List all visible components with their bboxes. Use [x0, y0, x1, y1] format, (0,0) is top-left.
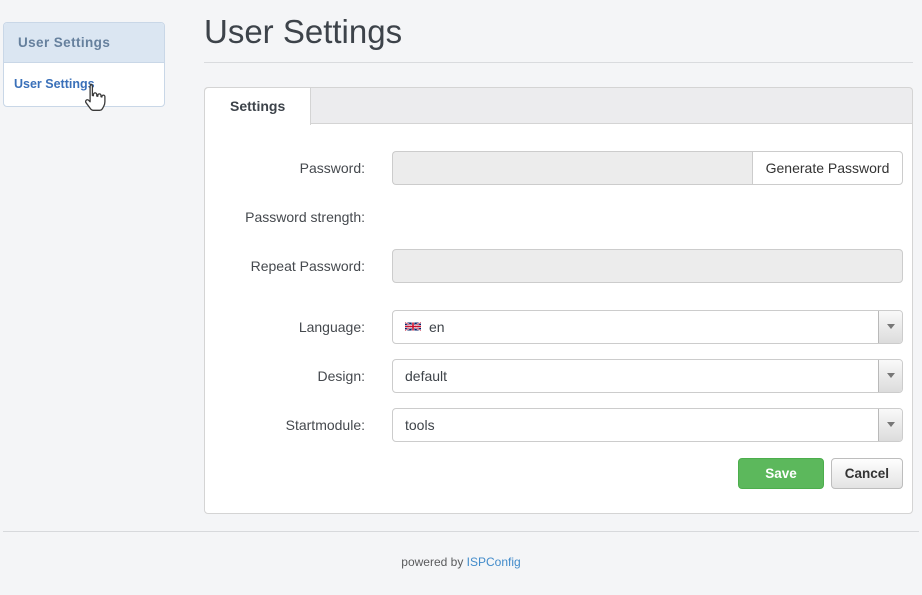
- mouse-pointer-hand-icon: [80, 82, 106, 117]
- design-label: Design:: [205, 368, 365, 384]
- cancel-button[interactable]: Cancel: [831, 458, 903, 489]
- design-selected-value: default: [405, 368, 447, 384]
- flag-en-icon: [405, 321, 421, 332]
- powered-by-text: powered by: [401, 555, 466, 569]
- chevron-down-icon: [878, 360, 902, 392]
- startmodule-selected-value: tools: [405, 417, 435, 433]
- page-footer: powered by ISPConfig: [3, 531, 919, 569]
- password-strength-label: Password strength:: [205, 209, 365, 225]
- language-label: Language:: [205, 319, 365, 335]
- password-strength-row: Password strength:: [205, 200, 903, 234]
- tab-bar: Settings: [204, 87, 913, 123]
- repeat-password-input[interactable]: [392, 249, 903, 283]
- design-row: Design: default: [205, 359, 903, 393]
- language-row: Language: en: [205, 310, 903, 344]
- generate-password-button[interactable]: Generate Password: [752, 151, 903, 185]
- page-title: User Settings: [204, 13, 913, 51]
- settings-panel: Password: Generate Password Password str…: [204, 123, 913, 514]
- main-content: User Settings Settings Password: Generat…: [204, 0, 913, 514]
- password-input[interactable]: [392, 151, 752, 185]
- chevron-down-icon: [878, 409, 902, 441]
- tab-settings[interactable]: Settings: [205, 88, 311, 125]
- sidebar: User Settings User Settings: [3, 22, 165, 107]
- startmodule-select[interactable]: tools: [392, 408, 903, 442]
- chevron-down-icon: [878, 311, 902, 343]
- section-gap: [205, 298, 903, 310]
- save-button[interactable]: Save: [738, 458, 824, 489]
- password-row: Password: Generate Password: [205, 151, 903, 185]
- language-selected-value: en: [429, 319, 445, 335]
- sidebar-body: User Settings: [4, 63, 164, 106]
- repeat-password-row: Repeat Password:: [205, 249, 903, 283]
- title-divider: [204, 62, 913, 63]
- sidebar-header: User Settings: [4, 23, 164, 63]
- startmodule-label: Startmodule:: [205, 417, 365, 433]
- ispconfig-link[interactable]: ISPConfig: [467, 555, 521, 569]
- design-select[interactable]: default: [392, 359, 903, 393]
- language-select[interactable]: en: [392, 310, 903, 344]
- password-label: Password:: [205, 160, 365, 176]
- repeat-password-label: Repeat Password:: [205, 258, 365, 274]
- form-actions: Save Cancel: [205, 458, 903, 489]
- startmodule-row: Startmodule: tools: [205, 408, 903, 442]
